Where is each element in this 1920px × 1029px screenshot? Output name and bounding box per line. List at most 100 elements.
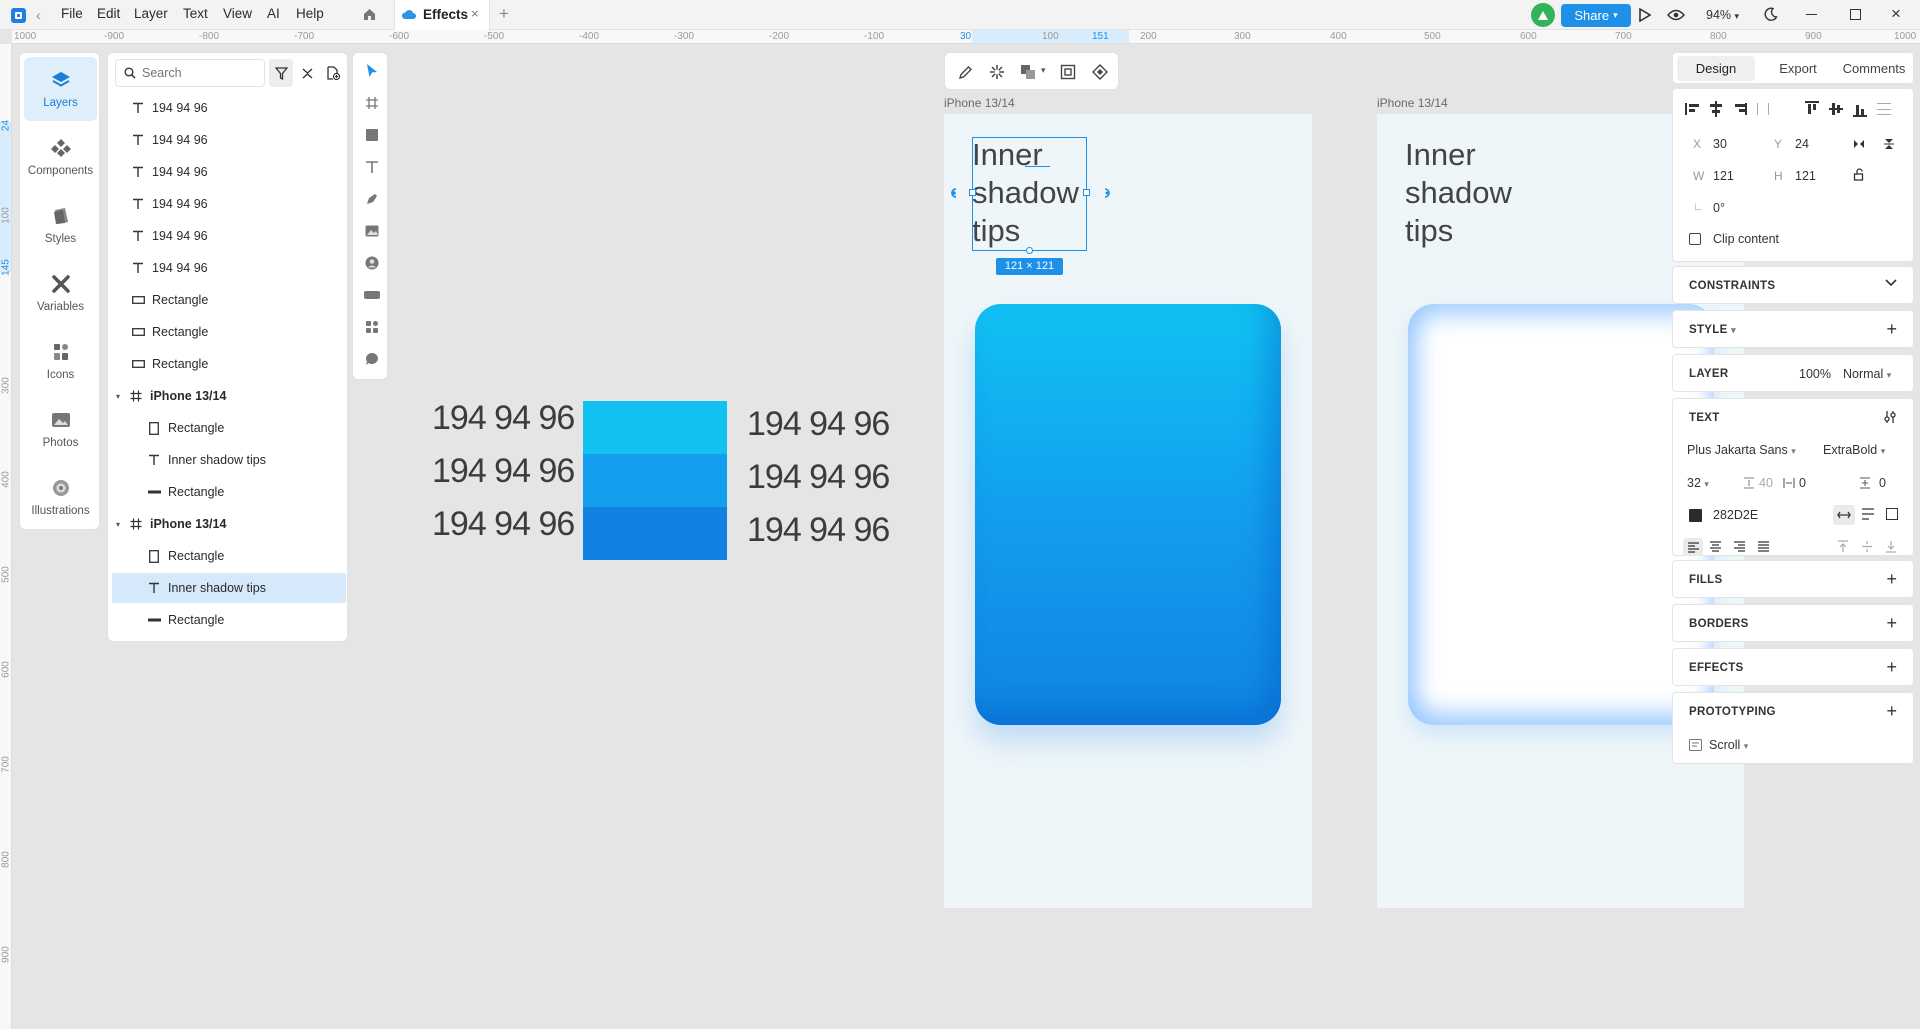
align-middle-v-icon[interactable] [1829,101,1843,117]
chevron-down-icon[interactable]: ▾ [1041,65,1046,76]
flip-horizontal-icon[interactable] [1853,138,1865,150]
home-icon[interactable] [362,7,377,22]
nav-icons[interactable]: Icons [24,329,97,393]
link-right-icon[interactable] [1100,186,1114,200]
selection-box[interactable] [972,137,1087,251]
menu-edit[interactable]: Edit [97,6,120,21]
resize-handle[interactable] [1083,189,1090,196]
filter-icon[interactable] [269,59,293,87]
text-tool-icon[interactable] [361,156,383,178]
menu-help[interactable]: Help [296,6,324,21]
inner-shadow-card[interactable] [1408,304,1714,725]
comment-tool-icon[interactable] [361,348,383,370]
layer-opacity[interactable]: 100% [1799,367,1831,381]
y-input[interactable]: 24 [1795,137,1809,151]
layer-row[interactable]: 194 94 96 [112,221,346,251]
menu-ai[interactable]: AI [267,6,280,21]
layer-row[interactable]: Rectangle [112,285,346,315]
paragraph-spacing-input[interactable]: 0 [1879,476,1886,490]
plugins-tool-icon[interactable] [361,316,383,338]
align-center-h-icon[interactable] [1709,101,1723,117]
tab-export[interactable]: Export [1765,56,1831,81]
font-weight-select[interactable]: ExtraBold ▾ [1823,443,1885,457]
auto-width-icon[interactable] [1833,505,1855,525]
x-input[interactable]: 30 [1713,137,1727,151]
text-color-swatch[interactable] [1689,509,1702,522]
nav-illustrations[interactable]: Illustrations [24,465,97,529]
link-left-icon[interactable] [947,186,961,200]
color-swatch[interactable] [583,507,727,560]
minimize-window-icon[interactable] [1806,14,1817,15]
edit-pencil-icon[interactable] [955,62,975,82]
avatar-tool-icon[interactable] [361,252,383,274]
add-icon[interactable]: + [1886,614,1897,632]
scroll-select[interactable]: Scroll ▾ [1709,738,1748,752]
dark-mode-moon-icon[interactable] [1763,7,1778,22]
search-input[interactable] [142,65,260,81]
clip-content-checkbox[interactable] [1689,233,1701,245]
width-input[interactable]: 121 [1713,169,1734,183]
rectangle-tool-icon[interactable] [361,124,383,146]
vertical-align-bottom-icon[interactable] [1885,540,1897,553]
layer-row[interactable]: Rectangle [112,605,346,635]
resize-handle[interactable] [1026,247,1033,254]
align-text-center-icon[interactable] [1709,541,1722,552]
color-swatch[interactable] [583,401,727,454]
blend-mode-select[interactable]: Normal ▾ [1843,367,1891,381]
align-text-justify-icon[interactable] [1757,541,1770,552]
layer-row[interactable]: Inner shadow tips [112,445,346,475]
align-text-left-icon[interactable] [1683,538,1703,556]
menu-text[interactable]: Text [183,6,208,21]
expand-caret-icon[interactable]: ▾ [116,520,128,529]
frame-label[interactable]: iPhone 13/14 [944,96,1015,110]
user-avatar[interactable] [1531,3,1555,27]
distribute-h-icon[interactable] [1757,103,1769,115]
fixed-size-icon[interactable] [1886,508,1898,520]
button-tool-icon[interactable] [361,284,383,306]
layer-row[interactable]: 194 94 96 [112,125,346,155]
auto-height-icon[interactable] [1861,508,1875,520]
layer-row[interactable]: 194 94 96 [112,189,346,219]
add-page-icon[interactable] [321,59,345,87]
align-top-icon[interactable] [1805,101,1819,117]
align-right-icon[interactable] [1733,103,1747,115]
resize-handle[interactable] [969,189,976,196]
pen-tool-icon[interactable] [361,188,383,210]
layer-row[interactable]: Rectangle [112,477,346,507]
font-size-select[interactable]: 32 ▾ [1687,476,1709,490]
line-height-input[interactable]: 40 [1759,476,1773,490]
vertical-align-middle-icon[interactable] [1861,540,1873,553]
frame-heading[interactable]: Inner shadow tips [1405,136,1512,250]
app-logo-icon[interactable] [11,8,26,23]
sparkle-icon[interactable] [987,62,1007,82]
color-swatch[interactable] [583,454,727,507]
layer-row[interactable]: Rectangle [112,349,346,379]
share-button[interactable]: Share ▾ [1561,4,1631,27]
add-icon[interactable]: + [1886,702,1897,720]
close-tab-icon[interactable]: × [471,6,479,21]
font-family-select[interactable]: Plus Jakarta Sans ▾ [1687,443,1796,457]
boolean-icon[interactable] [1018,62,1038,82]
flip-vertical-icon[interactable] [1883,138,1895,150]
effects-section[interactable]: EFFECTS + [1672,648,1914,686]
height-input[interactable]: 121 [1795,169,1816,183]
close-window-icon[interactable]: × [1891,4,1901,24]
image-tool-icon[interactable] [361,220,383,242]
layer-row[interactable]: Rectangle [112,541,346,571]
zoom-level[interactable]: 94% ▾ [1706,8,1739,22]
menu-view[interactable]: View [223,6,252,21]
back-chevron-icon[interactable]: ‹ [36,7,41,23]
layer-search[interactable] [115,59,265,87]
borders-section[interactable]: BORDERS + [1672,604,1914,642]
text-color-hex[interactable]: 282D2E [1713,508,1758,522]
preview-eye-icon[interactable] [1667,9,1685,21]
rotation-input[interactable]: 0° [1713,201,1725,215]
align-bottom-icon[interactable] [1853,101,1867,117]
tab-comments[interactable]: Comments [1835,56,1913,81]
document-tab[interactable]: Effects × [394,0,490,30]
tab-design[interactable]: Design [1677,56,1755,81]
layer-row[interactable]: 194 94 96 [112,93,346,123]
new-tab-icon[interactable]: + [499,4,509,24]
layer-row[interactable]: 194 94 96 [112,157,346,187]
expand-caret-icon[interactable]: ▾ [116,392,128,401]
